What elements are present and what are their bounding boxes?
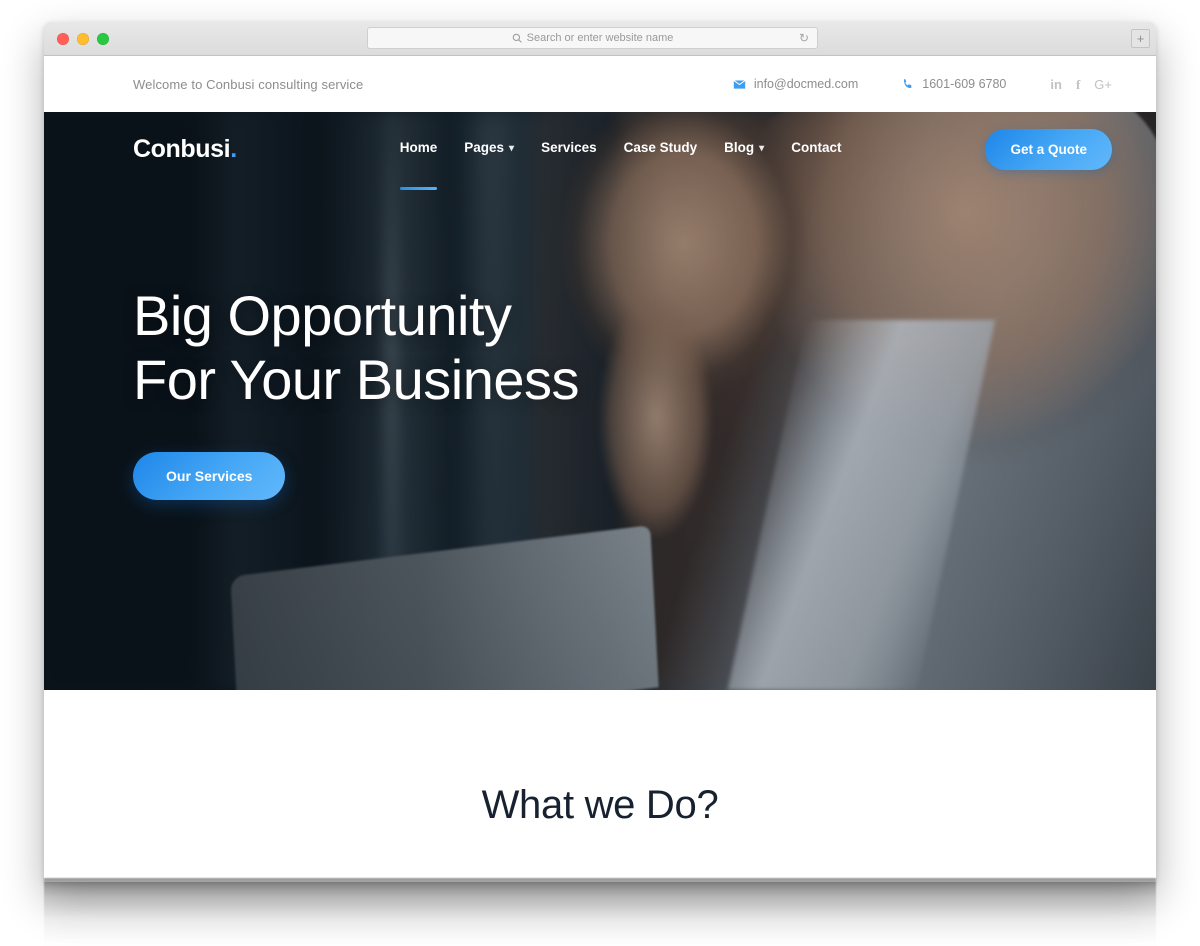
phone-icon <box>902 78 914 90</box>
reload-icon[interactable]: ↻ <box>799 32 809 44</box>
nav-item-home[interactable]: Home <box>399 140 438 190</box>
nav-item-case-study[interactable]: Case Study <box>624 140 698 158</box>
welcome-message: Welcome to Conbusi consulting service <box>133 76 364 92</box>
website-viewport: Welcome to Conbusi consulting service in… <box>44 56 1156 882</box>
window-traffic-lights <box>57 32 109 45</box>
site-logo[interactable]: Conbusi. <box>133 135 237 164</box>
get-a-quote-button[interactable]: Get a Quote <box>985 128 1112 170</box>
nav-item-pages-label: Pages <box>464 140 505 155</box>
window-drop-shadow <box>44 878 1156 946</box>
envelope-icon <box>733 78 746 91</box>
email-text: info@docmed.com <box>753 77 859 91</box>
nav-item-case-study-label: Case Study <box>623 140 698 155</box>
topbar-contact-group: info@docmed.com 1601-609 6780 in f G+ <box>733 77 1112 91</box>
googleplus-icon[interactable]: G+ <box>1094 78 1112 91</box>
what-we-do-section: What we Do? <box>44 690 1156 882</box>
section-title: What we Do? <box>481 783 719 827</box>
nav-item-services[interactable]: Services <box>541 140 597 158</box>
chevron-down-icon: ▾ <box>509 142 515 154</box>
minimize-window-button[interactable] <box>77 32 89 45</box>
nav-item-blog[interactable]: Blog ▾ <box>724 140 764 158</box>
linkedin-icon[interactable]: in <box>1050 78 1062 91</box>
nav-links: Home Pages ▾ Services Case Study Blog ▾ <box>399 140 841 190</box>
search-icon <box>512 33 522 43</box>
nav-item-contact-label: Contact <box>791 140 842 155</box>
main-navbar: Conbusi. Home Pages ▾ Services Case Stud… <box>44 112 1156 190</box>
phone-contact[interactable]: 1601-609 6780 <box>902 77 1006 91</box>
address-bar-placeholder: Search or enter website name <box>526 32 674 44</box>
nav-item-contact[interactable]: Contact <box>791 140 841 158</box>
our-services-button[interactable]: Our Services <box>133 451 286 500</box>
new-tab-button[interactable]: + <box>1131 29 1150 48</box>
logo-text: Conbusi <box>133 134 231 163</box>
address-bar[interactable]: Search or enter website name ↻ <box>367 27 818 49</box>
hero-section: Conbusi. Home Pages ▾ Services Case Stud… <box>44 112 1156 690</box>
browser-chrome-bar: Search or enter website name ↻ + <box>44 22 1156 56</box>
hero-title-line-1: Big Opportunity <box>133 284 512 347</box>
new-tab-label: + <box>1136 31 1145 46</box>
chevron-down-icon: ▾ <box>759 142 765 154</box>
email-contact[interactable]: info@docmed.com <box>733 77 858 91</box>
phone-text: 1601-609 6780 <box>922 77 1007 91</box>
social-links: in f G+ <box>1050 78 1112 91</box>
facebook-icon[interactable]: f <box>1076 78 1080 91</box>
site-topbar: Welcome to Conbusi consulting service in… <box>44 56 1156 112</box>
nav-item-blog-label: Blog <box>724 140 755 155</box>
browser-window: Search or enter website name ↻ + Welcome… <box>44 22 1156 882</box>
close-window-button[interactable] <box>57 32 69 45</box>
hero-title: Big Opportunity For Your Business <box>133 284 1156 412</box>
nav-item-services-label: Services <box>541 140 597 155</box>
hero-content: Big Opportunity For Your Business Our Se… <box>44 186 1156 500</box>
hero-title-line-2: For Your Business <box>133 347 579 411</box>
nav-item-home-label: Home <box>399 140 438 155</box>
nav-item-pages[interactable]: Pages ▾ <box>464 140 514 158</box>
logo-dot: . <box>230 134 237 163</box>
maximize-window-button[interactable] <box>97 32 109 45</box>
